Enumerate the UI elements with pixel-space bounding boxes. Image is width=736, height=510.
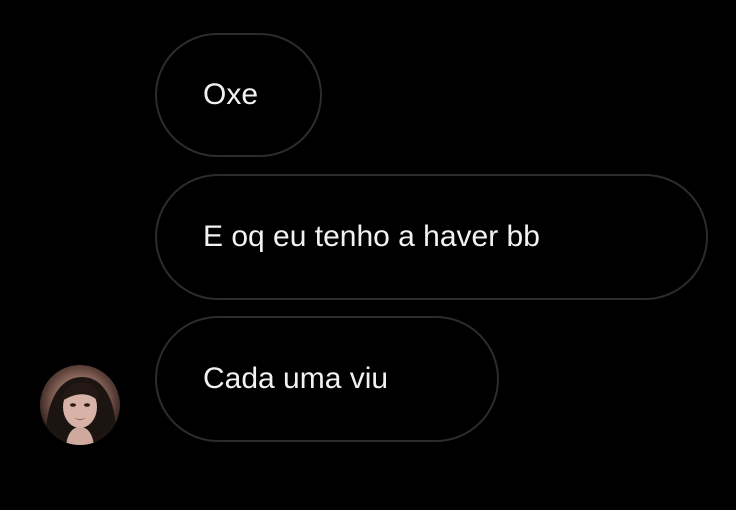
message-text: Oxe: [203, 78, 259, 111]
message-bubble[interactable]: E oq eu tenho a haver bb: [155, 174, 708, 300]
message-text: Cada uma viu: [203, 362, 389, 395]
sender-avatar[interactable]: [40, 365, 120, 445]
message-bubble[interactable]: Oxe: [155, 33, 322, 157]
message-text: E oq eu tenho a haver bb: [203, 220, 540, 253]
message-bubble[interactable]: Cada uma viu: [155, 316, 499, 442]
user-avatar-photo-icon: [45, 377, 117, 445]
chat-thread: Oxe E oq eu tenho a haver bb Cada uma vi…: [0, 0, 736, 510]
